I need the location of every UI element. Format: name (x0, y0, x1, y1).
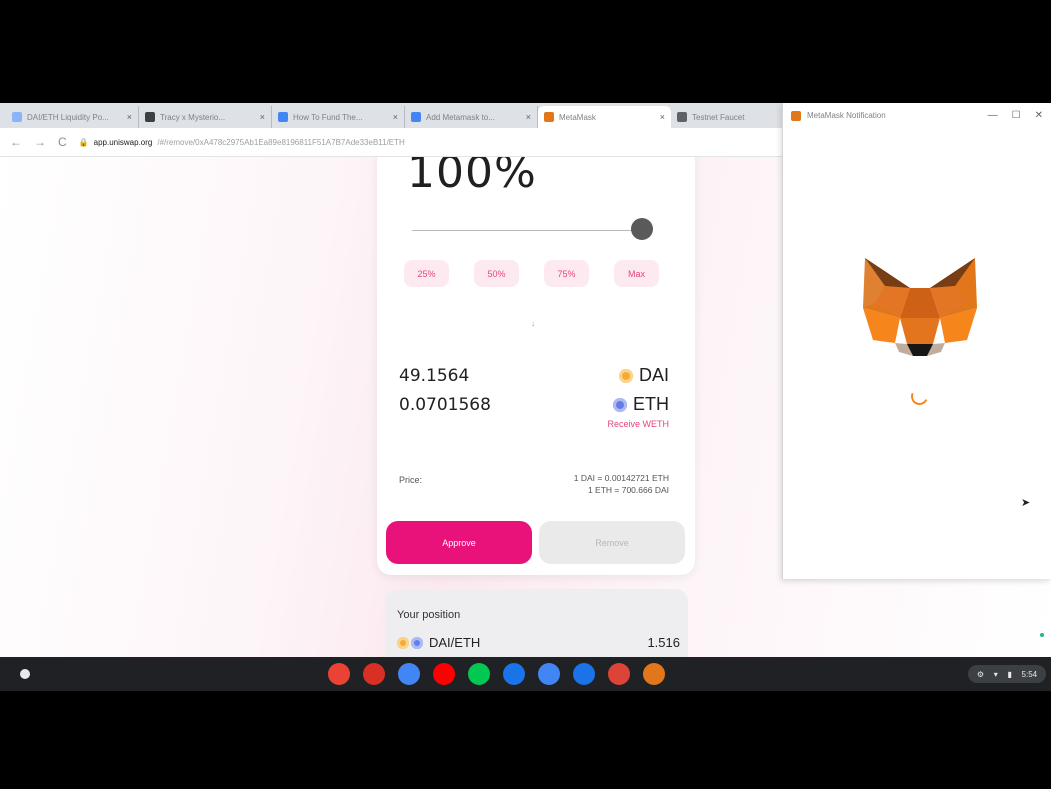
price-label: Price: (399, 475, 423, 485)
remove-liquidity-card: 100% 25% 50% 75% Max ↓ 49.1564 DAI 0.070… (377, 157, 695, 575)
lock-icon: 🔒 (78, 137, 89, 147)
window-controls: — ☐ ✕ (988, 110, 1043, 121)
browser-tab[interactable]: How To Fund The... × (272, 106, 405, 128)
play-store-icon[interactable] (468, 663, 490, 685)
tab-favicon-icon (278, 112, 288, 122)
launcher-icon[interactable] (20, 669, 30, 679)
approve-button[interactable]: Approve (386, 521, 532, 564)
position-row: DAI/ETH 1.516 (397, 635, 680, 650)
video-frame: DAI/ETH Liquidity Po... × Tracy x Mysterio… (0, 0, 1051, 789)
shelf-apps (328, 663, 665, 685)
tab-favicon-icon (677, 112, 687, 122)
metamask-fox-icon (791, 110, 801, 121)
tab-favicon-icon (145, 112, 155, 122)
position-title: Your position (397, 609, 461, 621)
position-value: 1.516 (647, 635, 680, 650)
reload-icon[interactable]: C (58, 135, 67, 149)
address-bar[interactable]: 🔒 app.uniswap.org /#/remove/0xA478c2975Ab… (79, 138, 405, 147)
settings-icon: ⚙ (976, 669, 985, 679)
minimize-icon[interactable]: — (988, 110, 998, 121)
forward-icon[interactable]: → (34, 135, 46, 149)
youtube-icon[interactable] (433, 663, 455, 685)
chat-icon[interactable] (573, 663, 595, 685)
docs-icon[interactable] (398, 663, 420, 685)
browser-tab[interactable]: DAI/ETH Liquidity Po... × (6, 106, 139, 128)
dai-coin-icon (397, 636, 409, 649)
metamask-title: MetaMask Notification (807, 111, 886, 120)
back-icon[interactable]: ← (10, 135, 22, 149)
metamask-icon[interactable] (643, 663, 665, 685)
dai-output-row: 49.1564 DAI (399, 365, 669, 386)
price-dai-eth: 1 DAI = 0.00142721 ETH (573, 473, 669, 483)
your-position-panel: Your position DAI/ETH 1.516 (385, 589, 688, 657)
dai-symbol: DAI (638, 365, 669, 385)
url-host: app.uniswap.org (93, 137, 153, 147)
price-eth-dai: 1 ETH = 700.666 DAI (587, 485, 669, 495)
price-values: 1 DAI = 0.00142721 ETH 1 ETH = 700.666 D… (574, 472, 669, 496)
metamask-titlebar: MetaMask Notification — ☐ ✕ (783, 103, 1051, 128)
close-icon[interactable]: ✕ (1035, 110, 1043, 121)
chrome-icon[interactable] (328, 663, 350, 685)
url-path: /#/remove/0xA478c2975Ab1Ea89e8196811F51A… (157, 137, 405, 147)
eth-symbol: ETH (633, 394, 669, 414)
pct-25-button[interactable]: 25% (404, 260, 449, 287)
amount-slider-handle[interactable] (631, 218, 653, 240)
gmail-icon[interactable] (363, 663, 385, 685)
dai-coin-icon (618, 368, 633, 383)
eth-coin-icon (411, 636, 423, 649)
metamask-popup: MetaMask Notification — ☐ ✕ ➤ (782, 103, 1051, 579)
tab-title: Testnet Faucet (692, 112, 745, 122)
tab-title: Add Metamask to... (426, 112, 495, 122)
tab-favicon-icon (544, 112, 554, 122)
clock: 5:54 (1021, 669, 1038, 679)
eth-output-row: 0.0701568 ETH (399, 394, 669, 415)
pair-label: DAI/ETH (429, 635, 481, 650)
tab-favicon-icon (12, 112, 22, 122)
browser-tab[interactable]: MetaMask × (538, 106, 671, 128)
wifi-icon: ▾ (993, 669, 998, 679)
tab-close-icon[interactable]: × (526, 112, 531, 122)
screen-cast-icon[interactable] (538, 663, 560, 685)
tab-title: DAI/ETH Liquidity Po... (27, 112, 109, 122)
eth-amount: 0.0701568 (399, 394, 491, 415)
metamask-fox-logo (863, 258, 977, 356)
remove-button[interactable]: Remove (539, 521, 685, 564)
browser-tab[interactable]: Add Metamask to... × (405, 106, 538, 128)
maximize-icon[interactable]: ☐ (1012, 110, 1021, 121)
eth-coin-icon (613, 397, 627, 412)
percent-buttons: 25% 50% 75% Max (404, 260, 659, 287)
messages-icon[interactable] (503, 663, 525, 685)
tab-close-icon[interactable]: × (127, 112, 132, 122)
browser-tab[interactable]: Tracy x Mysterio... × (139, 106, 272, 128)
dai-amount: 49.1564 (399, 365, 470, 386)
pct-50-button[interactable]: 50% (474, 260, 519, 287)
status-dot (1040, 633, 1044, 637)
pct-75-button[interactable]: 75% (544, 260, 589, 287)
amount-slider-track[interactable] (412, 230, 644, 231)
receive-weth-link[interactable]: Receive WETH (607, 419, 669, 429)
tab-favicon-icon (411, 112, 421, 122)
tab-title: Tracy x Mysterio... (160, 112, 226, 122)
tab-close-icon[interactable]: × (260, 112, 265, 122)
mouse-cursor-icon: ➤ (1021, 497, 1031, 509)
dai-token: DAI (618, 365, 669, 386)
pct-max-button[interactable]: Max (614, 260, 659, 287)
tab-title: MetaMask (559, 112, 596, 122)
battery-icon: ▮ (1007, 669, 1012, 679)
amount-percent: 100% (407, 157, 537, 198)
arrow-down-icon: ↓ (531, 319, 535, 328)
status-tray[interactable]: ⚙ ▾ ▮ 5:54 (968, 665, 1046, 683)
eth-token: ETH (613, 394, 669, 415)
tab-close-icon[interactable]: × (393, 112, 398, 122)
tab-title: How To Fund The... (293, 112, 363, 122)
os-shelf: ⚙ ▾ ▮ 5:54 (0, 657, 1051, 691)
app-red-icon[interactable] (608, 663, 630, 685)
tab-close-icon[interactable]: × (660, 112, 665, 122)
loading-spinner-icon (908, 385, 931, 408)
position-pair: DAI/ETH (397, 635, 480, 650)
